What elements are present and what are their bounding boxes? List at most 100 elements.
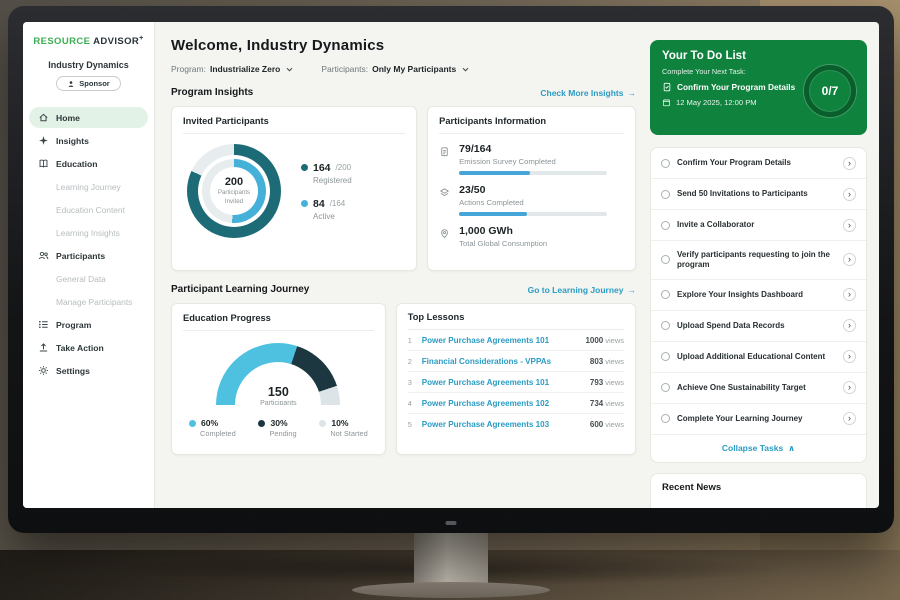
sidebar-item-participants[interactable]: Participants xyxy=(23,244,154,267)
insights-cards-row: Invited Participants 200 Participants In… xyxy=(171,106,636,271)
person-icon xyxy=(67,80,75,88)
donut-legend: 164 /200 Registered 84 /164 xyxy=(301,162,352,221)
chevron-right-button[interactable]: › xyxy=(843,319,856,332)
gauge-legend: 60% Completed 30% Pending xyxy=(183,418,374,438)
home-icon xyxy=(38,112,49,123)
lesson-views: 600 xyxy=(590,420,603,429)
task-row-complete-learning-journey[interactable]: Complete Your Learning Journey › xyxy=(651,404,866,435)
chevron-right-icon: › xyxy=(848,159,851,168)
task-row-upload-educational-content[interactable]: Upload Additional Educational Content › xyxy=(651,342,866,373)
chevron-right-button[interactable]: › xyxy=(843,288,856,301)
lesson-row: 4 Power Purchase Agreements 102 734views xyxy=(408,393,624,414)
collapse-tasks-link[interactable]: Collapse Tasks ∧ xyxy=(651,435,866,462)
gear-icon xyxy=(38,365,49,376)
go-to-learning-journey-link[interactable]: Go to Learning Journey → xyxy=(528,285,636,295)
sidebar-item-learning-insights[interactable]: Learning Insights xyxy=(23,221,154,244)
legend-label: Completed xyxy=(200,429,236,438)
participants-select[interactable]: Participants: Only My Participants xyxy=(321,64,469,74)
task-row-achieve-target[interactable]: Achieve One Sustainability Target › xyxy=(651,373,866,404)
lesson-link[interactable]: Power Purchase Agreements 103 xyxy=(422,420,583,429)
lesson-row: 2 Financial Considerations - VPPAs 803vi… xyxy=(408,351,624,372)
legend-label: Pending xyxy=(269,429,296,438)
sidebar-item-manage-participants[interactable]: Manage Participants xyxy=(23,290,154,313)
lesson-views: 793 xyxy=(590,378,603,387)
sidebar-item-insights[interactable]: Insights xyxy=(23,129,154,152)
lesson-link[interactable]: Power Purchase Agreements 101 xyxy=(422,378,583,387)
card-title: Participants Information xyxy=(439,116,624,134)
recent-news-title: Recent News xyxy=(662,482,855,493)
app-logo: RESOURCE ADVISOR+ xyxy=(23,35,154,47)
task-label: Achieve One Sustainability Target xyxy=(677,383,836,393)
task-label: Upload Additional Educational Content xyxy=(677,352,836,362)
task-checkbox[interactable] xyxy=(661,352,670,361)
chevron-right-button[interactable]: › xyxy=(843,350,856,363)
legend-label: Not Started xyxy=(330,429,367,438)
legend-registered: 164 /200 Registered xyxy=(301,162,352,185)
clipboard-icon xyxy=(439,143,451,175)
chevron-right-button[interactable]: › xyxy=(843,219,856,232)
lesson-rank: 5 xyxy=(408,420,415,429)
monitor-stand-base xyxy=(352,582,550,598)
lesson-link[interactable]: Power Purchase Agreements 102 xyxy=(422,399,583,408)
sidebar-item-program[interactable]: Program xyxy=(23,313,154,336)
stat-label: Actions Completed xyxy=(459,198,607,207)
education-progress-gauge: 150 Participants xyxy=(216,343,340,405)
chevron-right-button[interactable]: › xyxy=(843,412,856,425)
sidebar-item-home[interactable]: Home xyxy=(29,107,148,128)
sidebar-item-general-data[interactable]: General Data xyxy=(23,267,154,290)
legend-label: Registered xyxy=(313,176,352,185)
task-checkbox[interactable] xyxy=(661,159,670,168)
lesson-link[interactable]: Power Purchase Agreements 101 xyxy=(422,336,579,345)
chevron-right-button[interactable]: › xyxy=(843,157,856,170)
sidebar-item-take-action[interactable]: Take Action xyxy=(23,336,154,359)
donut-center-value: 200 xyxy=(225,176,243,188)
legend-total: /164 xyxy=(330,199,346,208)
todo-due-date-label: 12 May 2025, 12:00 PM xyxy=(676,98,757,107)
lesson-views-unit: views xyxy=(605,378,624,387)
task-checkbox[interactable] xyxy=(661,190,670,199)
todo-next-task-label: Confirm Your Program Details xyxy=(677,82,795,92)
sponsor-badge[interactable]: Sponsor xyxy=(56,76,120,91)
task-row-verify-participants[interactable]: Verify participants requesting to join t… xyxy=(651,241,866,280)
chevron-right-button[interactable]: › xyxy=(843,188,856,201)
lesson-views-unit: views xyxy=(605,420,624,429)
list-icon xyxy=(38,319,49,330)
legend-value: 60% xyxy=(201,418,218,428)
sidebar-item-learning-journey[interactable]: Learning Journey xyxy=(23,175,154,198)
chevron-right-button[interactable]: › xyxy=(843,381,856,394)
program-select[interactable]: Program: Industrialize Zero xyxy=(171,64,293,74)
dashboard-screen: RESOURCE ADVISOR+ Industry Dynamics Spon… xyxy=(23,22,879,508)
task-checkbox[interactable] xyxy=(661,414,670,423)
legend-dot xyxy=(301,200,308,207)
check-more-insights-link[interactable]: Check More Insights → xyxy=(540,88,636,98)
task-row-confirm-program[interactable]: Confirm Your Program Details › xyxy=(651,148,866,179)
task-checkbox[interactable] xyxy=(661,221,670,230)
lesson-views-unit: views xyxy=(605,336,624,345)
task-checkbox[interactable] xyxy=(661,383,670,392)
task-checkbox[interactable] xyxy=(661,290,670,299)
top-lessons-card: Top Lessons 1 Power Purchase Agreements … xyxy=(396,303,636,455)
sidebar-item-label: General Data xyxy=(56,274,106,284)
todo-summary-card: Your To Do List Complete Your Next Task:… xyxy=(650,40,867,135)
task-checkbox[interactable] xyxy=(661,255,670,264)
arrow-right-icon: → xyxy=(628,285,637,295)
lesson-rank: 4 xyxy=(408,399,415,408)
legend-not-started: 10% Not Started xyxy=(319,418,367,438)
task-checkbox[interactable] xyxy=(661,321,670,330)
task-row-explore-insights[interactable]: Explore Your Insights Dashboard › xyxy=(651,280,866,311)
chevron-right-button[interactable]: › xyxy=(843,253,856,266)
task-row-upload-spend-data[interactable]: Upload Spend Data Records › xyxy=(651,311,866,342)
calendar-icon xyxy=(662,98,671,107)
sidebar-item-education[interactable]: Education xyxy=(23,152,154,175)
legend-dot xyxy=(258,420,265,427)
task-row-invite-collaborator[interactable]: Invite a Collaborator › xyxy=(651,210,866,241)
task-row-send-invitations[interactable]: Send 50 Invitations to Participants › xyxy=(651,179,866,210)
sidebar-item-education-content[interactable]: Education Content xyxy=(23,198,154,221)
gauge-center: 150 Participants xyxy=(216,385,340,405)
task-label: Upload Spend Data Records xyxy=(677,321,836,331)
sidebar-item-label: Program xyxy=(56,320,91,330)
lesson-link[interactable]: Financial Considerations - VPPAs xyxy=(422,357,583,366)
progress-track xyxy=(459,171,607,175)
sidebar-item-settings[interactable]: Settings xyxy=(23,359,154,382)
chevron-down-icon xyxy=(462,67,469,72)
